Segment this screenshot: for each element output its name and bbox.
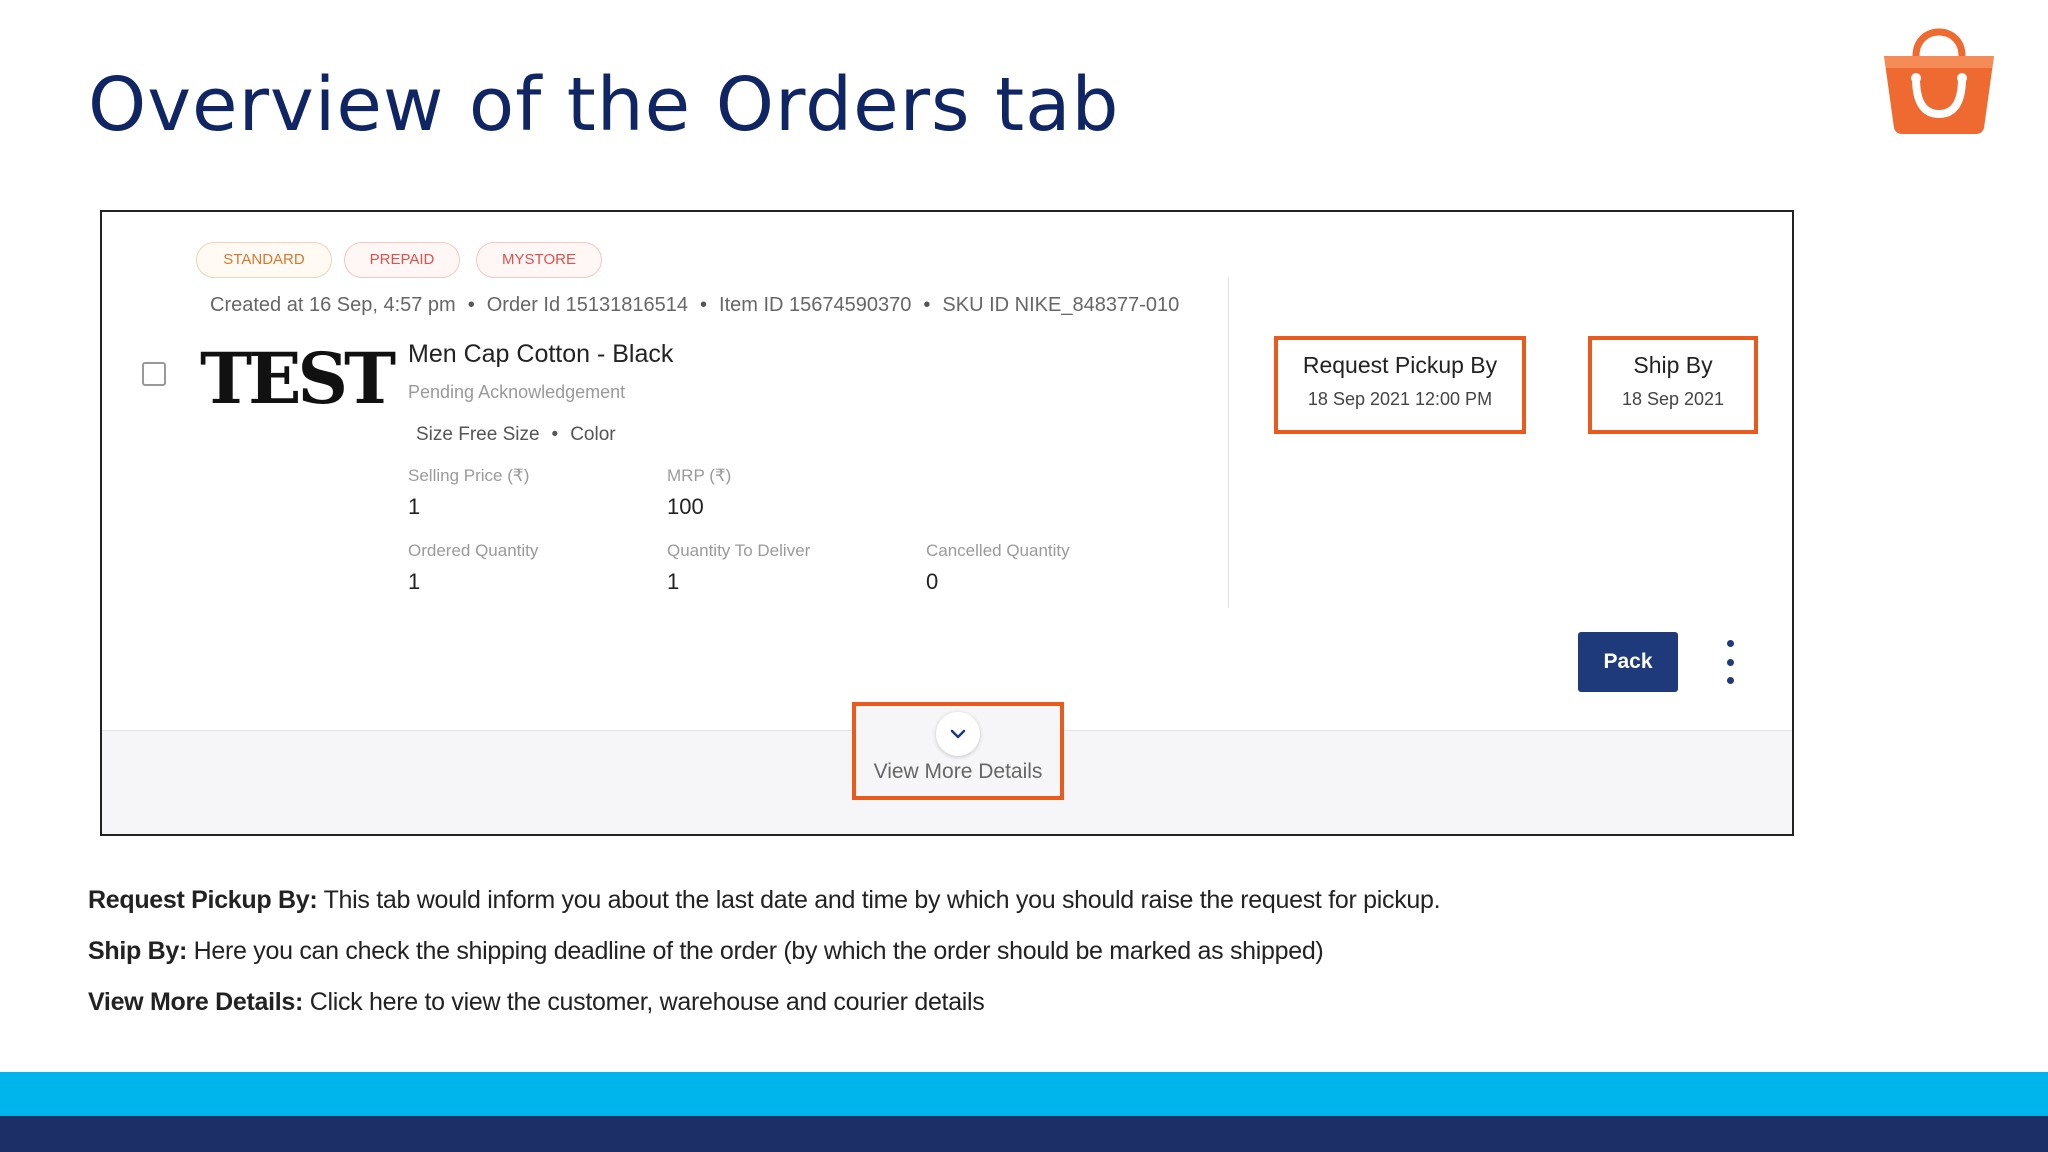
color-attribute: Color	[570, 424, 616, 445]
quantity-to-deliver-value: 1	[667, 569, 680, 594]
explanation-notes: Request Pickup By: This tab would inform…	[88, 878, 1441, 1031]
order-checkbox[interactable]	[142, 362, 166, 386]
note-text: Click here to view the customer, warehou…	[303, 988, 985, 1016]
view-more-details-button[interactable]: View More Details	[852, 702, 1064, 800]
request-pickup-by-box: Request Pickup By 18 Sep 2021 12:00 PM	[1274, 336, 1526, 434]
footer-band-light	[0, 1072, 2048, 1116]
note-text: This tab would inform you about the last…	[317, 886, 1441, 914]
note-view-more: View More Details: Click here to view th…	[88, 980, 1440, 1031]
ship-by-value: 18 Sep 2021	[1621, 389, 1725, 409]
ordered-quantity-label: Ordered Quantity	[408, 541, 539, 560]
size-attribute: Size Free Size	[416, 424, 540, 445]
ordered-quantity: Ordered Quantity 1	[408, 541, 538, 595]
tag-mystore: MYSTORE	[476, 242, 602, 278]
shopping-bag-logo-icon	[1884, 28, 1994, 134]
mrp-label: MRP (₹)	[667, 466, 732, 485]
note-term: Request Pickup By:	[88, 886, 318, 914]
note-ship-by: Ship By: Here you can check the shipping…	[88, 929, 1440, 980]
note-text: Here you can check the shipping deadline…	[187, 937, 1324, 965]
item-id: Item ID 15674590370	[719, 294, 912, 316]
footer-band-dark	[0, 1116, 2048, 1152]
quantity-to-deliver-label: Quantity To Deliver	[667, 541, 811, 560]
selling-price: Selling Price (₹) 1	[408, 466, 529, 520]
chevron-down-icon[interactable]	[936, 712, 980, 756]
product-image: TEST	[200, 337, 396, 420]
ship-by-box: Ship By 18 Sep 2021	[1588, 336, 1758, 434]
order-meta: Created at 16 Sep, 4:57 pm • Order Id 1513…	[210, 294, 1180, 316]
vertical-ellipsis-icon[interactable]	[1718, 640, 1742, 684]
cancelled-quantity-label: Cancelled Quantity	[926, 541, 1070, 560]
note-term: View More Details:	[88, 988, 304, 1016]
selling-price-label: Selling Price (₹)	[408, 466, 530, 485]
quantity-to-deliver: Quantity To Deliver 1	[667, 541, 810, 595]
view-more-details-label[interactable]: View More Details	[856, 760, 1060, 784]
selling-price-value: 1	[408, 494, 421, 519]
tag-prepaid: PREPAID	[344, 242, 460, 278]
mrp: MRP (₹) 100	[667, 466, 731, 520]
mrp-value: 100	[667, 494, 704, 519]
product-attributes: Size Free Size • Color	[416, 424, 616, 445]
cancelled-quantity-value: 0	[926, 569, 939, 594]
created-at: Created at 16 Sep, 4:57 pm	[210, 294, 456, 316]
tag-standard: STANDARD	[196, 242, 332, 278]
cancelled-quantity: Cancelled Quantity 0	[926, 541, 1070, 595]
sku-id: SKU ID NIKE_848377-010	[942, 294, 1180, 316]
order-status: Pending Acknowledgement	[408, 382, 626, 402]
order-id: Order Id 15131816514	[486, 294, 689, 316]
ship-by-label: Ship By	[1633, 352, 1713, 378]
pack-button[interactable]: Pack	[1578, 632, 1678, 692]
order-card: STANDARD PREPAID MYSTORE Created at 16 S…	[100, 210, 1794, 836]
note-term: Ship By:	[88, 937, 187, 965]
note-request-pickup: Request Pickup By: This tab would inform…	[88, 878, 1441, 929]
request-pickup-value: 18 Sep 2021 12:00 PM	[1307, 389, 1493, 409]
slide-title: Overview of the Orders tab	[88, 62, 1120, 148]
product-name[interactable]: Men Cap Cotton - Black	[408, 340, 673, 369]
column-divider	[1228, 278, 1229, 608]
request-pickup-label: Request Pickup By	[1302, 352, 1498, 378]
ordered-quantity-value: 1	[408, 569, 421, 594]
